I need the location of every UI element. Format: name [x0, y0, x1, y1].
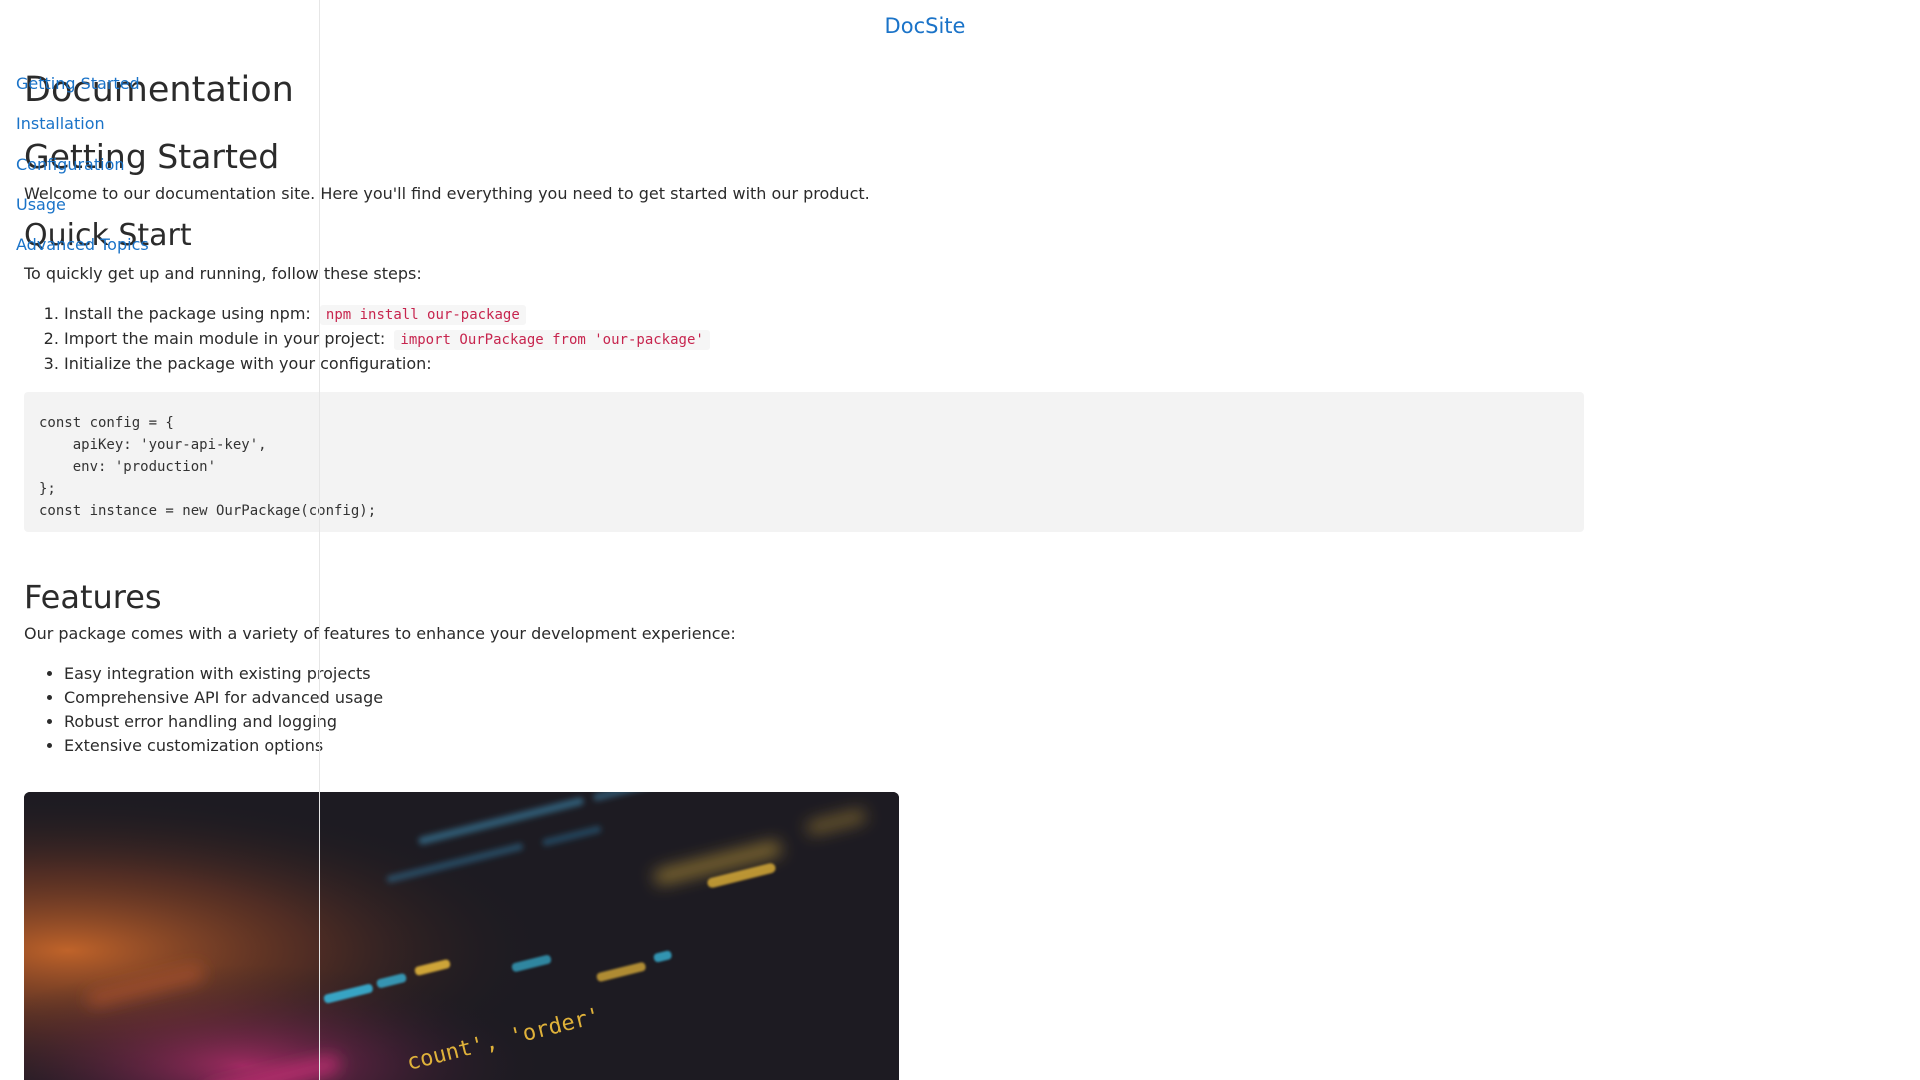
sidebar-item-configuration[interactable]: Configuration — [16, 155, 125, 175]
site-logo-link[interactable]: DocSite — [0, 14, 1850, 38]
inline-code: import OurPackage from 'our-package' — [394, 330, 710, 350]
sidebar-item-advanced-topics[interactable]: Advanced Topics — [16, 235, 149, 255]
sidebar-nav: Getting Started Installation Configurati… — [0, 0, 320, 1080]
sidebar-item-usage[interactable]: Usage — [16, 195, 66, 215]
sidebar-item-getting-started[interactable]: Getting Started — [16, 74, 140, 94]
inline-code: npm install our-package — [319, 305, 526, 325]
sidebar-item-installation[interactable]: Installation — [16, 114, 105, 134]
